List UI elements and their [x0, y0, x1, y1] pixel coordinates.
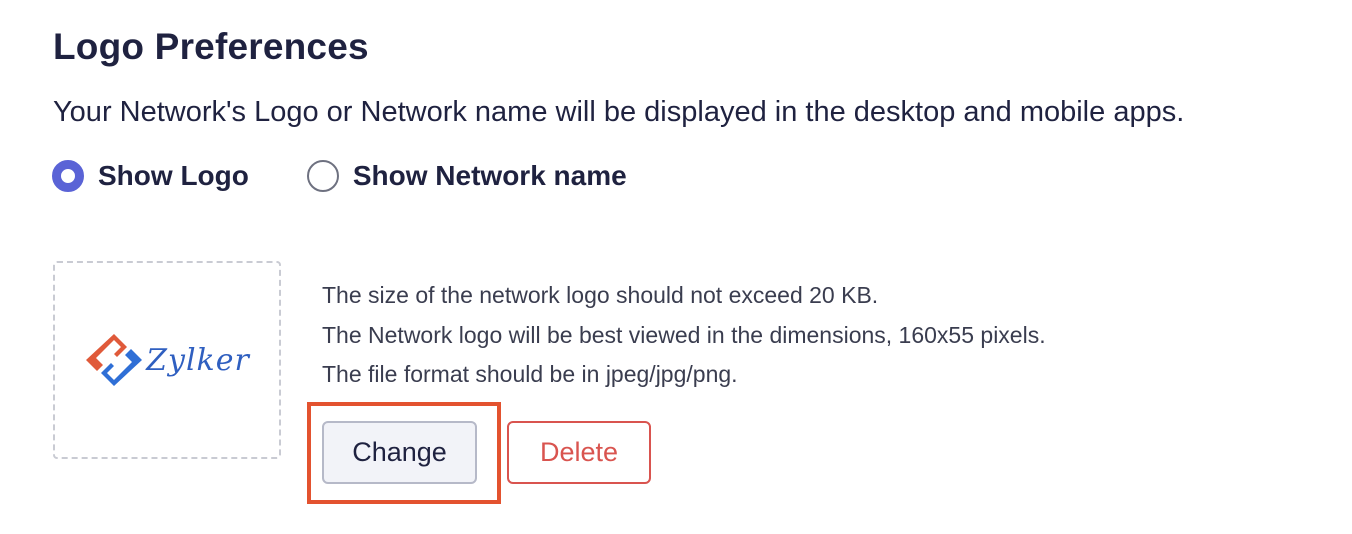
zylker-logo-icon: [86, 334, 143, 386]
show-logo-label[interactable]: Show Logo: [98, 160, 249, 192]
show-network-name-option[interactable]: Show Network name: [306, 160, 627, 192]
delete-button[interactable]: Delete: [507, 421, 651, 484]
format-requirement-text: The file format should be in jpeg/jpg/pn…: [322, 361, 738, 387]
logo-brand-text: Zylker: [146, 342, 250, 378]
size-requirement-text: The size of the network logo should not …: [322, 282, 879, 308]
logo-display-radio-group: Show Logo Show Network name: [52, 160, 627, 192]
logo-requirements: The size of the network logo should not …: [322, 276, 1046, 395]
show-logo-option[interactable]: Show Logo: [52, 160, 249, 192]
change-button[interactable]: Change: [322, 421, 477, 484]
show-network-name-label[interactable]: Show Network name: [353, 160, 627, 192]
page-title: Logo Preferences: [53, 26, 369, 67]
zylker-logo: Zylker: [84, 330, 250, 390]
dimension-requirement-text: The Network logo will be best viewed in …: [322, 321, 1046, 348]
show-logo-radio[interactable]: [52, 160, 84, 192]
logo-preview: Zylker: [53, 261, 281, 459]
show-network-name-radio[interactable]: [306, 160, 339, 192]
page-description: Your Network's Logo or Network name will…: [53, 96, 1185, 128]
